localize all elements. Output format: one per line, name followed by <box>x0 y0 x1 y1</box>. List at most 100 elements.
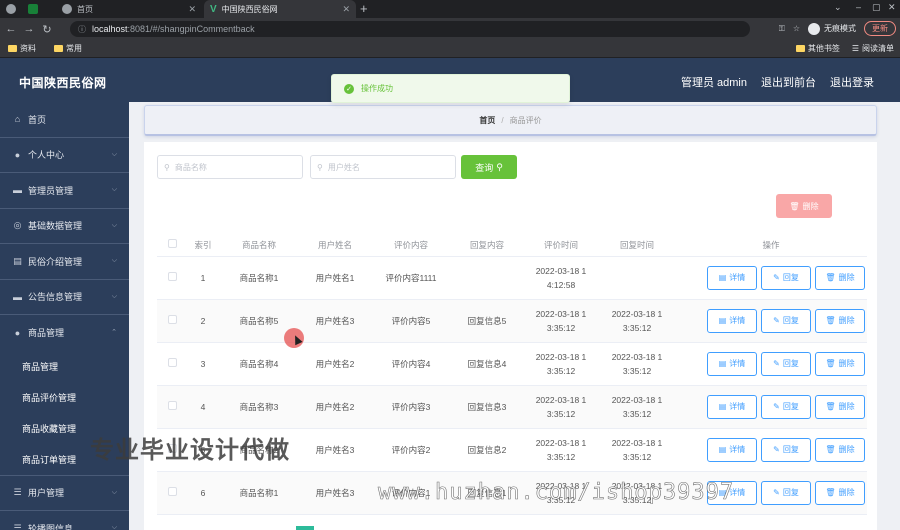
detail-button[interactable]: ▤ 详情 <box>707 308 757 333</box>
sidebar-item-folk-intro[interactable]: ▤ 民俗介绍管理 ⌵ <box>0 244 129 280</box>
delete-button[interactable]: 🗑 删除 <box>815 308 865 333</box>
close-icon[interactable]: ✕ <box>888 2 896 13</box>
user-name-search[interactable]: ⚲ <box>310 155 456 179</box>
incognito-label: 无痕模式 <box>824 24 856 33</box>
search-icon: ⚲ <box>317 162 323 172</box>
row-checkbox[interactable] <box>167 357 177 367</box>
trash-icon: 🗑 <box>825 401 836 411</box>
reply-time-cell: 2022-03-18 1 3:35:12 <box>599 385 675 429</box>
key-icon[interactable]: ⚿ <box>779 24 785 34</box>
update-button[interactable]: 更新 <box>864 21 896 36</box>
index-cell: 4 <box>187 385 219 429</box>
row-checkbox[interactable] <box>167 486 177 496</box>
review-time-line2: 3:35:12 <box>546 322 576 333</box>
batch-delete-label: 删除 <box>802 201 819 211</box>
sidebar-item-products[interactable]: ● 商品管理 ⌃ <box>0 315 129 351</box>
reply-button[interactable]: ✎ 回复 <box>761 437 811 462</box>
reply-label: 回复 <box>782 315 799 325</box>
incognito-indicator[interactable]: 无痕模式 <box>808 22 856 35</box>
sidebar-item-base-data[interactable]: ◎ 基础数据管理 ⌵ <box>0 209 129 244</box>
bookmark-folder[interactable]: 常用 <box>54 43 82 54</box>
browser-tab-bar: 首页 ✕ V 中国陕西民俗网 ✕ + ⌄ – ▢ ✕ <box>0 0 900 18</box>
detail-button[interactable]: ▤ 详情 <box>707 394 757 419</box>
reply-button[interactable]: ✎ 回复 <box>761 394 811 419</box>
select-all-cell <box>157 234 187 257</box>
index-cell: 2 <box>187 299 219 343</box>
reload-icon[interactable]: ↻ <box>38 23 56 36</box>
new-tab-button[interactable]: + <box>360 1 368 16</box>
sidebar-subitem-products[interactable]: 商品管理 <box>0 351 129 382</box>
delete-button[interactable]: 🗑 删除 <box>815 480 865 505</box>
detail-button[interactable]: ▤ 详情 <box>707 265 757 290</box>
sidebar-item-admins[interactable]: ▬ 管理员管理 ⌵ <box>0 173 129 209</box>
logout-link[interactable]: 退出登录 <box>830 74 874 90</box>
review-time-line2: 3:35:12 <box>546 408 576 419</box>
reply-content-cell: 回复信息2 <box>451 428 523 472</box>
review-time-cell: 2022-03-18 1 3:35:12 <box>523 428 599 472</box>
sidebar-item-personal[interactable]: ● 个人中心 ⌵ <box>0 138 129 173</box>
user-name-input[interactable] <box>327 162 438 172</box>
content-card: ⚲ ⚲ 查询 ⚲ 🗑 删除 索引 商品名称 用户姓名 <box>144 142 877 530</box>
browser-tab[interactable] <box>0 0 22 18</box>
delete-button[interactable]: 🗑 删除 <box>815 437 865 462</box>
back-arrow-icon[interactable]: ← <box>2 23 20 35</box>
breadcrumb-home[interactable]: 首页 <box>479 115 495 126</box>
detail-label: 详情 <box>729 401 746 411</box>
detail-button[interactable]: ▤ 详情 <box>707 437 757 462</box>
sidebar-item-label: 公告信息管理 <box>28 292 83 303</box>
delete-button[interactable]: 🗑 删除 <box>815 265 865 290</box>
product-name-search[interactable]: ⚲ <box>157 155 303 179</box>
breadcrumb-separator: / <box>501 115 504 125</box>
other-bookmarks[interactable]: 其他书签 <box>795 43 840 54</box>
bookmark-label: 资料 <box>20 44 36 53</box>
product-name-cell: 商品名称1 <box>219 471 299 515</box>
reply-button[interactable]: ✎ 回复 <box>761 265 811 290</box>
table-row: 3 商品名称4 用户姓名2 评价内容4 回复信息4 2022-03-18 1 3:35:12… <box>157 342 867 386</box>
reply-button[interactable]: ✎ 回复 <box>761 480 811 505</box>
sidebar-item-home[interactable]: ⌂ 首页 <box>0 102 129 138</box>
reply-label: 回复 <box>782 487 799 497</box>
review-time-line2: 3:35:12 <box>546 365 576 376</box>
back-to-front-link[interactable]: 退出到前台 <box>761 74 816 90</box>
batch-delete-button[interactable]: 🗑 删除 <box>776 194 832 218</box>
pagination-current-page[interactable] <box>296 526 314 530</box>
reply-button[interactable]: ✎ 回复 <box>761 308 811 333</box>
reply-button[interactable]: ✎ 回复 <box>761 351 811 376</box>
document-icon: ▤ <box>13 255 22 266</box>
product-name-input[interactable] <box>174 162 285 172</box>
bookmark-folder[interactable]: 资料 <box>8 43 36 54</box>
browser-tab[interactable] <box>22 0 55 18</box>
reply-time-line1: 2022-03-18 1 <box>611 437 663 448</box>
reading-list[interactable]: ☰ 阅读清单 <box>852 43 894 54</box>
edit-icon: ✎ <box>773 315 780 325</box>
sidebar-item-notices[interactable]: ▬ 公告信息管理 ⌵ <box>0 280 129 315</box>
forward-arrow-icon[interactable]: → <box>20 23 38 35</box>
maximize-icon[interactable]: ▢ <box>872 2 881 13</box>
sidebar-item-carousel[interactable]: ☰ 轮播图信息 ⌵ <box>0 511 129 530</box>
chevron-down-icon: ⌵ <box>111 488 117 496</box>
browser-tab[interactable]: 首页 ✕ <box>56 0 202 18</box>
browser-tab-active[interactable]: V 中国陕西民俗网 ✕ <box>204 0 356 18</box>
user-name-cell: 用户姓名3 <box>299 428 371 472</box>
close-icon[interactable]: ✕ <box>342 4 350 15</box>
chevron-down-icon[interactable]: ⌄ <box>834 2 842 13</box>
reply-time-cell: 2022-03-18 1 3:35:12 <box>599 299 675 343</box>
close-icon[interactable]: ✕ <box>188 4 196 15</box>
address-bar[interactable]: ⓘ localhost:8081/#/shangpinCommentback <box>70 21 750 37</box>
select-all-checkbox[interactable] <box>167 239 177 249</box>
detail-button[interactable]: ▤ 详情 <box>707 351 757 376</box>
sidebar-subitem-label: 商品评价管理 <box>22 392 77 403</box>
info-icon[interactable]: ⓘ <box>78 24 86 35</box>
sidebar-subitem-reviews[interactable]: 商品评价管理 <box>0 382 129 413</box>
minimize-icon[interactable]: – <box>856 2 861 12</box>
bookmark-label: 常用 <box>66 44 82 53</box>
row-checkbox[interactable] <box>167 271 177 281</box>
query-button[interactable]: 查询 ⚲ <box>461 155 517 179</box>
star-icon[interactable]: ☆ <box>793 24 800 33</box>
row-checkbox[interactable] <box>167 400 177 410</box>
query-button-label: 查询 <box>475 162 494 173</box>
delete-button[interactable]: 🗑 删除 <box>815 394 865 419</box>
sidebar-item-users[interactable]: ☰ 用户管理 ⌵ <box>0 476 129 512</box>
delete-button[interactable]: 🗑 删除 <box>815 351 865 376</box>
row-checkbox[interactable] <box>167 314 177 324</box>
